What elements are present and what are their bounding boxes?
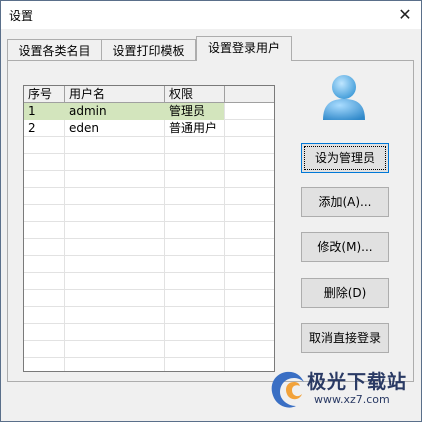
cell-user: admin bbox=[69, 104, 107, 118]
add-button[interactable]: 添加(A)... bbox=[301, 187, 389, 217]
column-header-user[interactable]: 用户名 bbox=[65, 86, 165, 103]
table-row[interactable]: 2 eden 普通用户 bbox=[24, 120, 224, 137]
watermark: 极光下载站 www.xz7.com bbox=[264, 364, 418, 416]
table-row[interactable]: 1 admin 管理员 bbox=[24, 103, 224, 120]
cell-role: 普通用户 bbox=[169, 121, 218, 135]
tab-categories[interactable]: 设置各类名目 bbox=[7, 39, 102, 61]
delete-button[interactable]: 删除(D) bbox=[301, 278, 389, 308]
modify-button[interactable]: 修改(M)... bbox=[301, 232, 389, 262]
cell-no: 2 bbox=[28, 121, 36, 135]
column-header-role[interactable]: 权限 bbox=[165, 86, 225, 103]
cell-user: eden bbox=[69, 121, 99, 135]
cell-no: 1 bbox=[28, 104, 36, 118]
cell-role: 管理员 bbox=[169, 104, 206, 118]
tab-login-users[interactable]: 设置登录用户 bbox=[196, 36, 292, 61]
column-header-no[interactable]: 序号 bbox=[24, 86, 65, 103]
grid-column-line bbox=[224, 86, 225, 371]
grid-header: 序号 用户名 权限 bbox=[24, 86, 274, 103]
users-grid[interactable]: 序号 用户名 权限 1 admin 管理员 2 eden 普通用户 bbox=[23, 85, 275, 372]
watermark-logo-icon bbox=[271, 371, 304, 408]
cancel-direct-login-button[interactable]: 取消直接登录 bbox=[301, 323, 389, 353]
tab-print-template[interactable]: 设置打印模板 bbox=[101, 39, 196, 61]
window-title: 设置 bbox=[9, 9, 34, 23]
title-bar: 设置 ✕ bbox=[1, 1, 421, 29]
watermark-name: 极光下载站 bbox=[307, 371, 408, 393]
column-header-empty bbox=[225, 86, 274, 103]
set-admin-button[interactable]: 设为管理员 bbox=[301, 143, 389, 173]
close-icon[interactable]: ✕ bbox=[393, 3, 417, 27]
watermark-url: www.xz7.com bbox=[314, 393, 390, 406]
user-icon bbox=[323, 75, 365, 120]
